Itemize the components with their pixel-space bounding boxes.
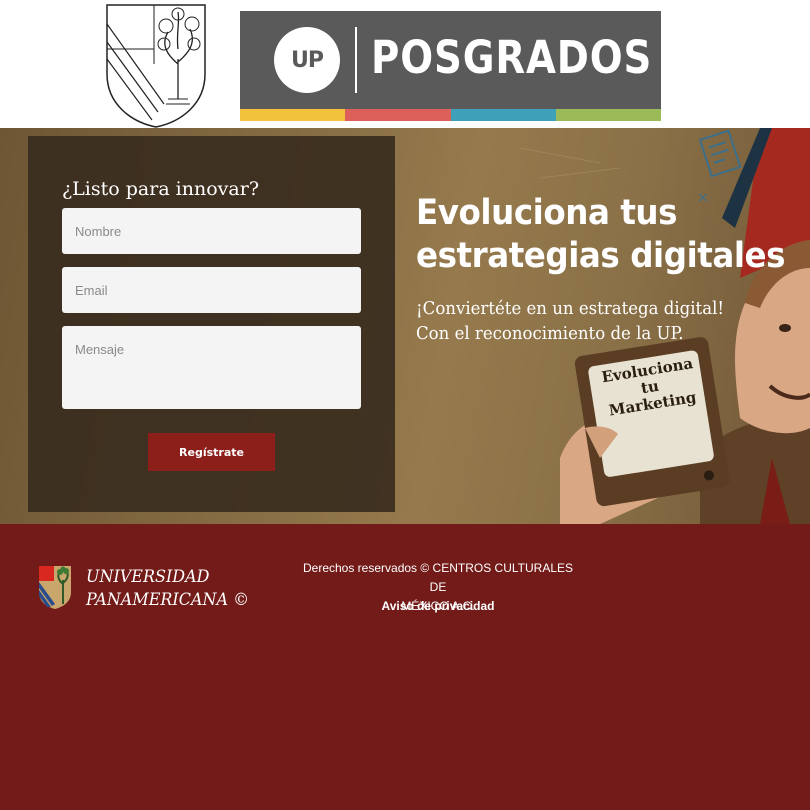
copyright-line-1: Derechos reservados © CENTROS CULTURALES… xyxy=(302,561,574,594)
hero-subtitle-line-2: Con el reconocimiento de la UP. xyxy=(416,323,684,344)
email-input[interactable] xyxy=(62,267,361,313)
up-logo-text: UP xyxy=(291,47,324,73)
footer: UNIVERSIDAD PANAMERICANA © Derechos rese… xyxy=(0,524,810,810)
header: UP POSGRADOS xyxy=(0,0,810,128)
form-title: ¿Listo para innovar? xyxy=(62,178,260,200)
stripe-yellow xyxy=(240,109,346,121)
up-logo-circle: UP xyxy=(274,27,340,93)
message-textarea[interactable] xyxy=(62,326,361,409)
color-stripes xyxy=(240,109,661,121)
name-input[interactable] xyxy=(62,208,361,254)
hero-subtitle: ¡Conviertéte en un estratega digital! Co… xyxy=(416,296,724,346)
register-button[interactable]: Regístrate xyxy=(148,433,275,471)
hero-subtitle-line-1: ¡Conviertéte en un estratega digital! xyxy=(416,298,725,319)
hero-title: Evoluciona tus estrategias digitales xyxy=(416,192,786,278)
university-crest-icon xyxy=(106,4,206,128)
up-shield-icon xyxy=(39,566,71,609)
privacy-link[interactable]: Aviso de privacidad xyxy=(298,599,578,613)
hero-section: × Evoluciona tu Marketing ¿Listo para in… xyxy=(0,128,810,524)
logo-divider xyxy=(355,27,357,93)
university-name: UNIVERSIDAD PANAMERICANA © xyxy=(86,566,249,612)
stripe-green xyxy=(555,109,661,121)
stripe-blue xyxy=(450,109,556,121)
hero-title-line-2: estrategias digitales xyxy=(416,236,786,276)
hero-title-line-1: Evoluciona tus xyxy=(416,193,678,233)
university-name-line-1: UNIVERSIDAD xyxy=(86,567,210,587)
posgrados-wordmark: POSGRADOS xyxy=(371,31,653,84)
stripe-red xyxy=(345,109,451,121)
contact-form-panel: ¿Listo para innovar? Regístrate xyxy=(28,136,395,512)
up-posgrados-banner: UP POSGRADOS xyxy=(240,11,661,121)
university-name-line-2: PANAMERICANA © xyxy=(86,590,250,610)
